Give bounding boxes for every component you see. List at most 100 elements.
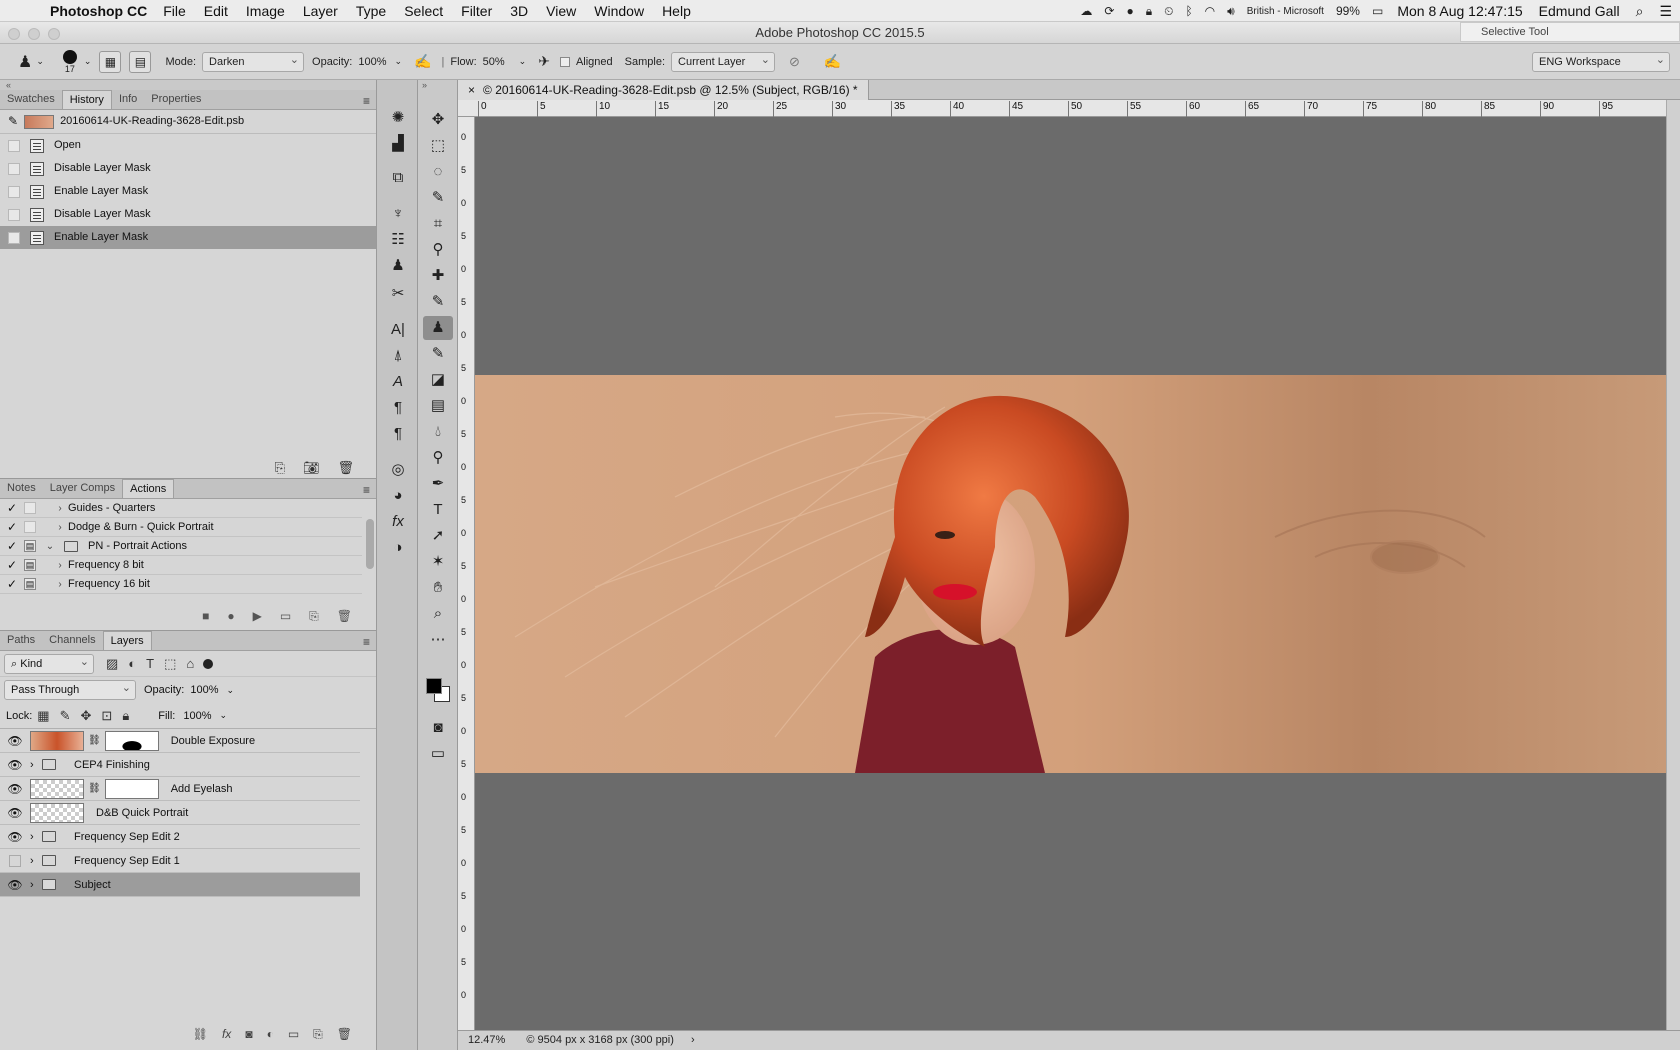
type-tool-icon[interactable]: T <box>423 498 453 522</box>
workspace-dropdown[interactable]: ENG Workspace <box>1532 51 1670 72</box>
brush-presets-panel-icon[interactable]: ♆ <box>383 202 413 226</box>
actions-scrollbar[interactable] <box>366 519 374 569</box>
visibility-eye-icon[interactable]: 👁︎ <box>0 758 30 772</box>
tab-channels[interactable]: Channels <box>42 631 102 650</box>
document-tab[interactable]: × © 20160614-UK-Reading-3628-Edit.psb @ 1… <box>458 80 869 100</box>
action-enabled-check-icon[interactable]: ✓ <box>0 537 24 556</box>
lock-pixels-icon[interactable]: ✎ <box>60 708 71 724</box>
tab-notes[interactable]: Notes <box>0 479 43 498</box>
new-document-from-state-icon[interactable]: ⎘ <box>275 460 285 476</box>
new-set-folder-icon[interactable]: ▭ <box>280 609 291 624</box>
visibility-eye-icon[interactable]: 👁︎ <box>0 830 30 844</box>
history-source-checkbox[interactable] <box>8 162 20 175</box>
action-item[interactable]: ✓ › Dodge & Burn - Quick Portrait <box>0 518 362 537</box>
menu-window[interactable]: Window <box>594 3 644 19</box>
fill-value[interactable]: 100% <box>183 710 211 722</box>
bluetooth-icon[interactable]: ᛒ <box>1185 4 1192 18</box>
spotlight-icon[interactable]: ⌕ <box>1636 3 1644 20</box>
quick-selection-tool-icon[interactable]: ✎ <box>423 186 453 210</box>
layer-opacity-value[interactable]: 100% <box>190 684 218 696</box>
visibility-eye-icon[interactable]: 👁︎ <box>0 878 30 892</box>
visibility-eye-icon[interactable]: 👁︎ <box>0 806 30 820</box>
minimize-window-button[interactable] <box>28 28 40 40</box>
tab-actions[interactable]: Actions <box>122 479 175 498</box>
new-group-icon[interactable]: ▭ <box>288 1027 299 1042</box>
canvas-area[interactable] <box>475 117 1666 1030</box>
layer-row[interactable]: 👁︎ › Frequency Sep Edit 2 <box>0 825 360 849</box>
clone-stamp-preset-icon[interactable]: ♟ <box>18 52 32 72</box>
lock-icon[interactable]: 🔒︎ <box>1146 4 1152 19</box>
trash-icon[interactable]: 🗑︎ <box>337 609 352 624</box>
history-item[interactable]: Open <box>0 134 376 157</box>
layer-row[interactable]: 👁︎ › Subject <box>0 873 360 897</box>
layer-row[interactable]: 👁︎ › CEP4 Finishing <box>0 753 360 777</box>
opacity-value[interactable]: 100% <box>358 56 386 68</box>
gradient-tool-icon[interactable]: ▤ <box>423 394 453 418</box>
history-source-checkbox[interactable] <box>8 139 20 152</box>
clone-stamp-tool-icon[interactable]: ♟ <box>423 316 453 340</box>
selective-tool-panel[interactable]: Selective Tool <box>1460 22 1680 42</box>
history-source-checkbox[interactable] <box>8 208 20 221</box>
brush-panel-icon[interactable]: ☷ <box>383 228 413 252</box>
time-machine-icon[interactable]: ⏲ <box>1164 4 1173 19</box>
close-document-icon[interactable]: × <box>468 83 475 97</box>
action-enabled-check-icon[interactable]: ✓ <box>0 575 24 594</box>
menu-help[interactable]: Help <box>662 3 691 19</box>
menu-file[interactable]: File <box>163 3 186 19</box>
character-panel-icon[interactable]: A| <box>383 318 413 342</box>
history-item[interactable]: Disable Layer Mask <box>0 157 376 180</box>
paths-actions-icon[interactable]: ✂ <box>383 282 413 306</box>
stop-icon[interactable]: ■ <box>202 609 209 624</box>
expanded-chevron-icon[interactable]: ⌄ <box>42 537 58 556</box>
action-dialog-toggle[interactable]: ▤ <box>24 540 36 552</box>
pressure-size-icon[interactable]: ✍ <box>824 53 841 70</box>
history-source-checkbox[interactable] <box>8 231 20 244</box>
mixer-panel-icon[interactable]: ◕ <box>383 484 413 508</box>
aligned-checkbox[interactable] <box>559 56 570 67</box>
filter-smart-object-icon[interactable]: ⌂ <box>186 656 194 671</box>
airbrush-icon[interactable]: ✈ <box>538 53 550 70</box>
camera-icon[interactable]: 📷︎ <box>303 460 320 476</box>
tab-history[interactable]: History <box>61 90 112 109</box>
libraries-panel-icon[interactable]: ◎ <box>383 458 413 482</box>
record-icon[interactable]: ● <box>227 609 234 624</box>
user-name[interactable]: Edmund Gall <box>1539 3 1620 19</box>
brush-dropdown-icon[interactable]: ⌄ <box>84 56 92 67</box>
battery-icon[interactable]: ▭ <box>1372 4 1383 18</box>
creative-cloud-icon[interactable]: ☁ <box>1080 4 1092 18</box>
menu-filter[interactable]: Filter <box>461 3 492 19</box>
collapse-icon[interactable]: « <box>0 80 376 90</box>
quick-mask-icon[interactable]: ◙ <box>423 716 453 740</box>
fill-dropdown-icon[interactable]: ⌄ <box>219 710 227 721</box>
screen-mode-icon[interactable]: ▭ <box>423 742 453 766</box>
clone-source-panel-toggle[interactable]: ▤ <box>129 50 152 73</box>
history-brush-tool-icon[interactable]: ✎ <box>423 342 453 366</box>
tab-swatches[interactable]: Swatches <box>0 90 62 109</box>
volume-icon[interactable]: 🔊︎ <box>1227 4 1235 19</box>
wifi-icon[interactable]: ◠ <box>1205 4 1215 18</box>
action-item[interactable]: ✓ ▤ ⌄ PN - Portrait Actions <box>0 537 362 556</box>
adjustments-panel-icon[interactable]: ✺ <box>383 106 413 130</box>
opacity-dropdown-icon[interactable]: ⌄ <box>227 685 235 696</box>
status-menu-icon[interactable]: › <box>691 1034 695 1046</box>
histogram-panel-icon[interactable]: ▟ <box>383 132 413 156</box>
brush-tool-icon[interactable]: ✎ <box>423 290 453 314</box>
vertical-scrollbar[interactable] <box>1666 100 1680 1030</box>
menu-3d[interactable]: 3D <box>510 3 528 19</box>
pressure-opacity-icon[interactable]: ✍ <box>414 53 431 70</box>
collapsed-chevron-icon[interactable]: › <box>52 518 68 537</box>
lock-transparency-icon[interactable]: ▦ <box>37 708 49 724</box>
action-item[interactable]: ✓ › Guides - Quarters <box>0 499 362 518</box>
menu-type[interactable]: Type <box>356 3 386 19</box>
lock-artboard-icon[interactable]: ⊡ <box>101 708 112 724</box>
visibility-eye-icon[interactable]: 👁︎ <box>0 734 30 748</box>
sample-dropdown[interactable]: Current Layer <box>671 51 776 72</box>
menu-image[interactable]: Image <box>246 3 285 19</box>
flow-value[interactable]: 50% <box>483 56 505 68</box>
zoom-window-button[interactable] <box>48 28 60 40</box>
filter-adjustment-icon[interactable]: ◐ <box>128 656 136 671</box>
tab-layer-comps[interactable]: Layer Comps <box>43 479 122 498</box>
menu-view[interactable]: View <box>546 3 576 19</box>
layer-row[interactable]: 👁︎ ⛓ Double Exposure <box>0 729 360 753</box>
eyedropper-tool-icon[interactable]: ⚲ <box>423 238 453 262</box>
